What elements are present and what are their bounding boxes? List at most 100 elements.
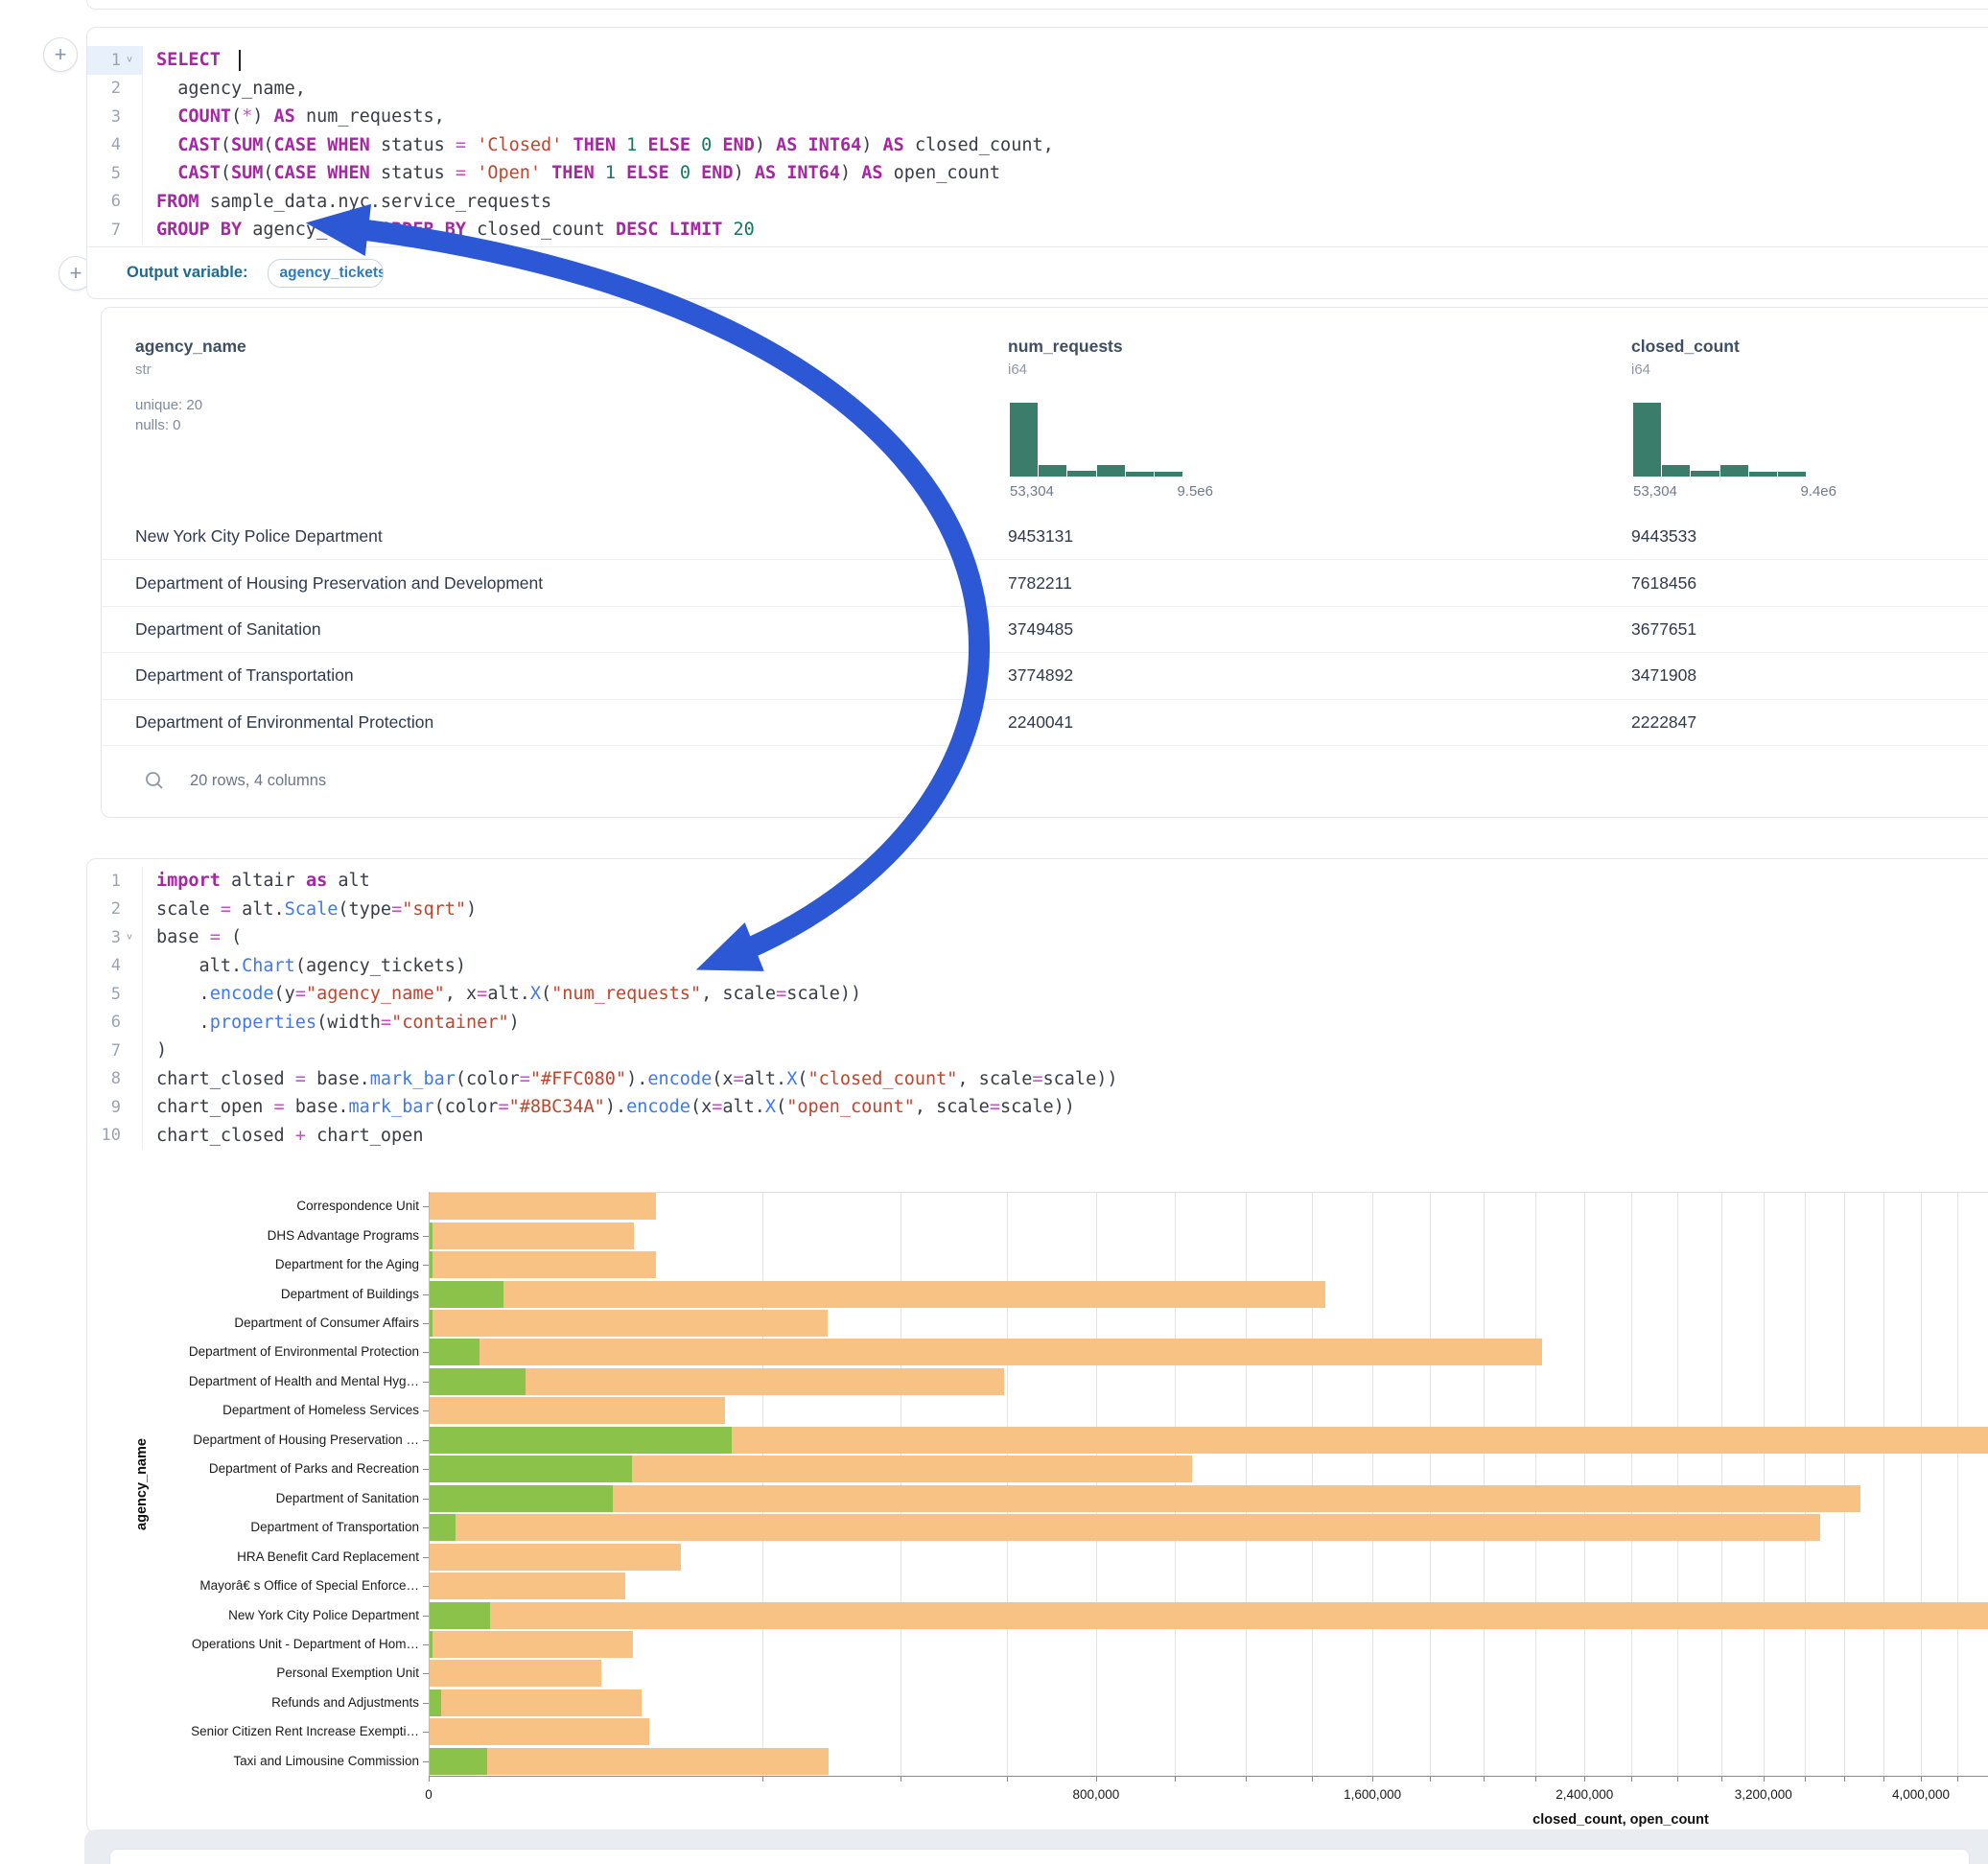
- code-line[interactable]: 7): [87, 1037, 1988, 1065]
- line-number: 10: [100, 1126, 121, 1145]
- line-number-gutter: 10: [87, 1122, 143, 1151]
- code-line-text: ): [143, 1040, 167, 1060]
- output-variable-row: Output variable: agency_tickets: [87, 246, 1988, 298]
- code-line[interactable]: 5 .encode(y="agency_name", x=alt.X("num_…: [87, 980, 1988, 1009]
- column-histogram: [1633, 403, 1806, 477]
- histogram-bar: [1691, 471, 1719, 477]
- table-cell: 2222847: [1631, 712, 1696, 733]
- code-line[interactable]: 4 alt.Chart(agency_tickets): [87, 952, 1988, 981]
- code-line[interactable]: 1 import altair as alt: [87, 867, 1988, 896]
- code-line-text: .encode(y="agency_name", x=alt.X("num_re…: [143, 984, 861, 1004]
- line-number-gutter: 3˅: [87, 923, 143, 952]
- column-stat: unique: 20: [135, 395, 246, 415]
- code-line[interactable]: 3˅base = (: [87, 923, 1988, 952]
- code-line-text: .properties(width="container"): [143, 1013, 520, 1033]
- table-row: Department of Housing Preservation and D…: [102, 560, 1988, 606]
- table-cell: Department of Housing Preservation and D…: [135, 573, 543, 594]
- code-line-text: agency_name,: [143, 79, 306, 99]
- line-number-gutter: 1˅: [87, 46, 143, 75]
- column-name: closed_count: [1631, 337, 1740, 357]
- code-line[interactable]: 6FROM sample_data.nyc.service_requests: [87, 188, 1988, 217]
- line-number: 9: [100, 1098, 121, 1117]
- line-number: 2: [100, 79, 121, 98]
- code-line[interactable]: 4 CAST(SUM(CASE WHEN status = 'Closed' T…: [87, 131, 1988, 160]
- line-number-gutter: 6: [87, 1009, 143, 1037]
- table-cell: 9453131: [1008, 526, 1073, 547]
- column-header[interactable]: agency_namestrunique: 20nulls: 0: [135, 337, 246, 435]
- line-number: 5: [100, 164, 121, 183]
- histogram-bar: [1720, 465, 1748, 477]
- column-type: i64: [1008, 361, 1123, 378]
- text-cursor: [239, 50, 241, 71]
- column-header[interactable]: num_requests i64: [1008, 337, 1123, 378]
- column-header[interactable]: closed_count i64: [1631, 337, 1740, 378]
- line-number-gutter: 9: [87, 1093, 143, 1122]
- line-number-gutter: 4: [87, 952, 143, 981]
- code-line[interactable]: 9 chart_open = base.mark_bar(color="#8BC3…: [87, 1093, 1988, 1122]
- histogram-bar: [1662, 465, 1690, 477]
- code-line[interactable]: 3 COUNT(*) AS num_requests,: [87, 103, 1988, 131]
- column-stat: nulls: 0: [135, 415, 246, 435]
- histogram-max-label: 9.4e6: [1800, 483, 1836, 500]
- column-type: i64: [1631, 361, 1740, 378]
- code-line-text: chart_closed + chart_open: [143, 1126, 423, 1146]
- histogram-bar: [1126, 472, 1154, 477]
- sql-cell: 1˅SELECT 2 agency_name,3 COUNT(*) AS num…: [86, 27, 1988, 299]
- python-cell: 1 import altair as alt 2scale = alt.Scale(…: [86, 858, 1988, 1833]
- line-number-gutter: 7: [87, 216, 143, 245]
- line-number: 7: [100, 1041, 121, 1060]
- table-cell: Department of Transportation: [135, 665, 354, 686]
- table-row-count: 20 rows, 4 columns: [190, 772, 326, 790]
- line-number: 8: [100, 1069, 121, 1088]
- histogram-bar: [1749, 472, 1777, 477]
- table-cell: 7618456: [1631, 573, 1696, 594]
- column-type: str: [135, 361, 246, 378]
- line-number: 2: [100, 899, 121, 919]
- python-code-editor[interactable]: 1 import altair as alt 2scale = alt.Scale(…: [87, 867, 1988, 1150]
- column-name: num_requests: [1008, 337, 1123, 357]
- table-cell: 3677651: [1631, 619, 1696, 640]
- code-line[interactable]: 2 agency_name,: [87, 75, 1988, 104]
- line-number-gutter: 6: [87, 188, 143, 217]
- line-number: 4: [100, 956, 121, 975]
- line-number-gutter: 7: [87, 1037, 143, 1065]
- line-number-gutter: 4: [87, 131, 143, 160]
- table-row: Department of Environmental Protection 22…: [102, 700, 1988, 746]
- code-line[interactable]: 1˅SELECT: [87, 46, 1988, 75]
- table-cell: Department of Environmental Protection: [135, 712, 433, 733]
- sql-code-editor[interactable]: 1˅SELECT 2 agency_name,3 COUNT(*) AS num…: [87, 46, 1988, 245]
- histogram-max-label: 9.5e6: [1177, 483, 1213, 500]
- output-variable-chip[interactable]: agency_tickets: [268, 259, 384, 288]
- code-line[interactable]: 6 .properties(width="container"): [87, 1009, 1988, 1037]
- next-cell-top-edge: [109, 1849, 1970, 1864]
- code-line-text: FROM sample_data.nyc.service_requests: [143, 192, 551, 212]
- table-cell: Department of Sanitation: [135, 619, 321, 640]
- add-cell-button[interactable]: +: [43, 37, 78, 72]
- histogram-bar: [1039, 465, 1066, 477]
- code-line[interactable]: 5 CAST(SUM(CASE WHEN status = 'Open' THE…: [87, 159, 1988, 188]
- table-cell: 2240041: [1008, 712, 1073, 733]
- code-line[interactable]: 2scale = alt.Scale(type="sqrt"): [87, 896, 1988, 924]
- search-icon[interactable]: [144, 770, 165, 791]
- table-footer: 20 rows, 4 columns: [102, 744, 1988, 817]
- code-line[interactable]: 7GROUP BY agency_name ORDER BY closed_co…: [87, 216, 1988, 245]
- column-histogram: [1010, 403, 1182, 477]
- code-line-text: import altair as alt: [143, 871, 370, 891]
- line-number-gutter: 2: [87, 896, 143, 924]
- code-line-text: chart_closed = base.mark_bar(color="#FFC…: [143, 1069, 1117, 1089]
- fold-caret-icon[interactable]: ˅: [123, 54, 136, 67]
- histogram-bar: [1778, 472, 1806, 477]
- table-cell: 3774892: [1008, 665, 1073, 686]
- code-line[interactable]: 8 chart_closed = base.mark_bar(color="#FF…: [87, 1065, 1988, 1094]
- fold-caret-icon[interactable]: ˅: [123, 931, 136, 944]
- line-number: 1: [100, 872, 121, 891]
- code-line-text: chart_open = base.mark_bar(color="#8BC34…: [143, 1097, 1075, 1117]
- table-cell: 7782211: [1008, 573, 1072, 594]
- table-cell: 9443533: [1631, 526, 1696, 547]
- table-row: Department of Transportation377489234719…: [102, 653, 1988, 699]
- code-line[interactable]: 10 chart_closed + chart_open: [87, 1122, 1988, 1151]
- code-line-text: base = (: [143, 927, 242, 947]
- table-cell: New York City Police Department: [135, 526, 383, 547]
- line-number-gutter: 1: [87, 867, 143, 896]
- histogram-axis-labels: 53,3049.5e6: [1010, 483, 1213, 500]
